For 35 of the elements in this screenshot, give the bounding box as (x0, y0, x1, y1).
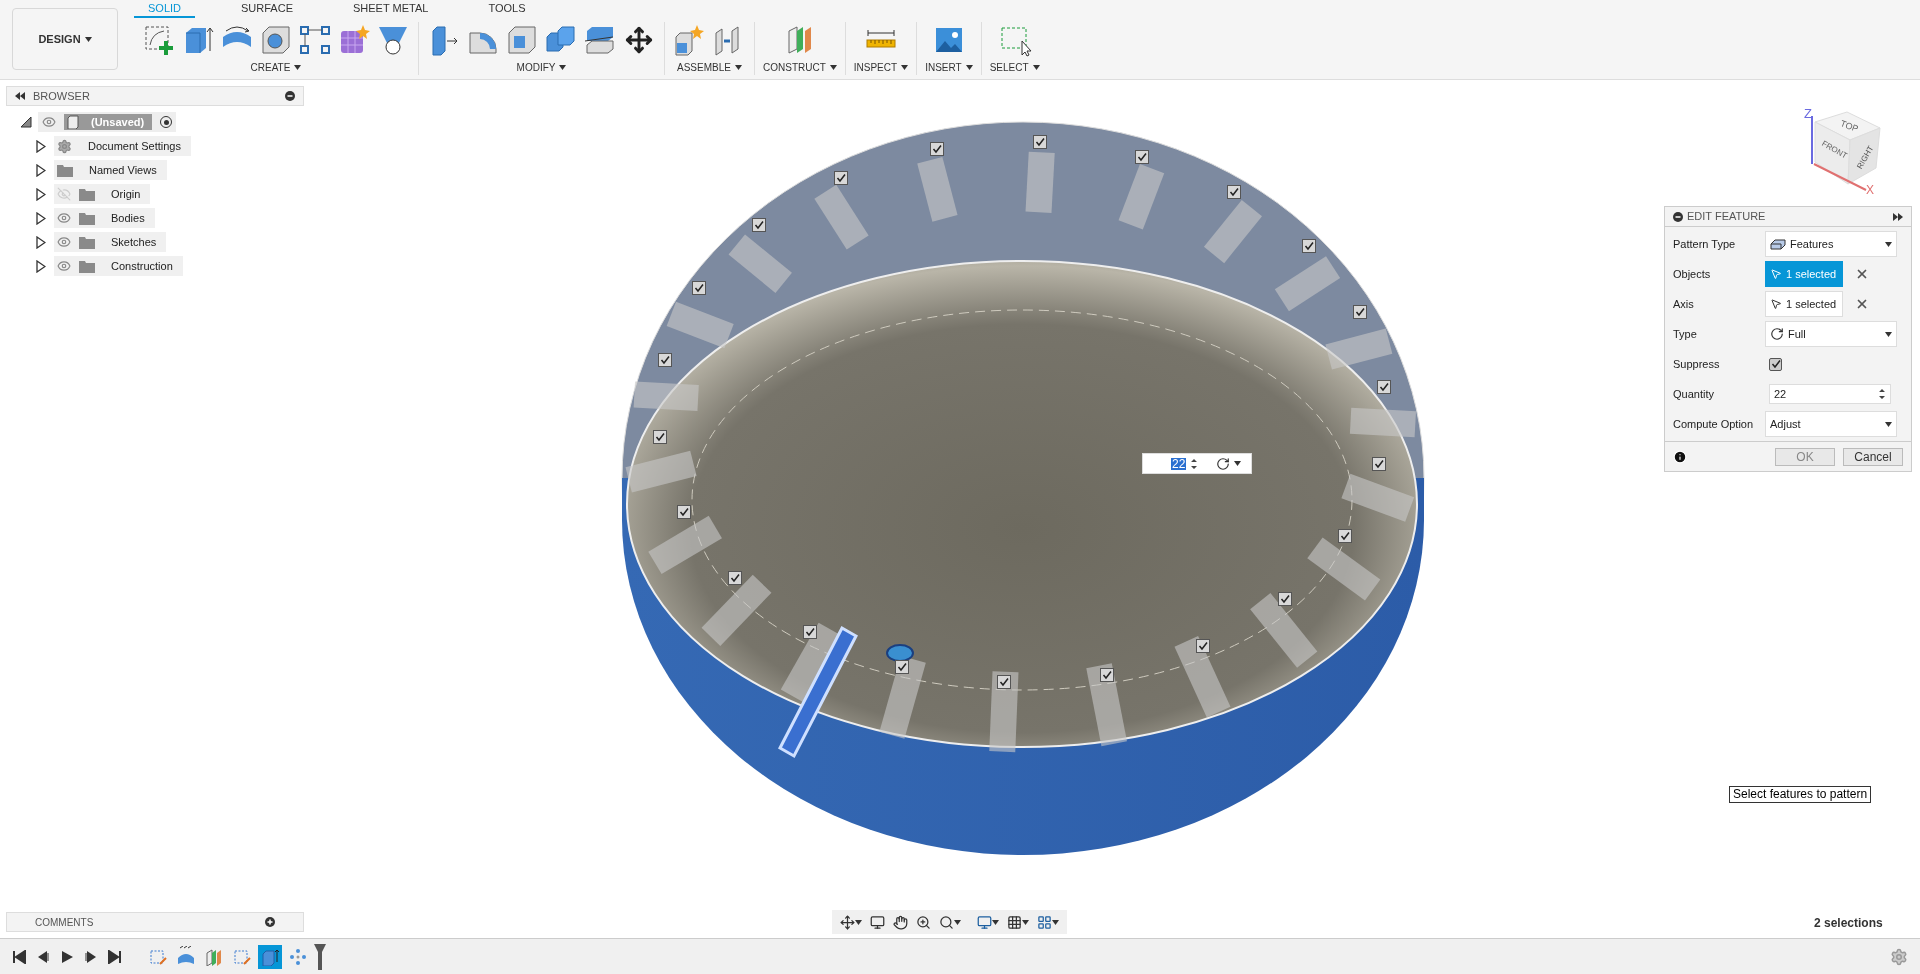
panel-title: COMMENTS (35, 915, 95, 930)
browser-item[interactable]: Bodies (54, 208, 155, 228)
browser-item[interactable]: Sketches (54, 232, 167, 252)
panel-title: EDIT FEATURE (1687, 209, 1766, 225)
selection-button[interactable]: 1 selected (1765, 291, 1843, 317)
dialog-button[interactable]: Cancel (1843, 447, 1903, 466)
ribbon-tab[interactable]: SURFACE (227, 0, 307, 18)
panel-title: BROWSER (33, 88, 90, 104)
field-label: Quantity (1673, 386, 1715, 402)
browser-item[interactable]: Construction (54, 256, 183, 276)
browser-item[interactable]: Named Views (54, 160, 167, 180)
workspace-button[interactable]: DESIGN (12, 8, 118, 70)
browser-item[interactable]: Origin (54, 184, 151, 204)
selection-count: 2 selections (1814, 915, 1883, 932)
field-label: Compute Option (1673, 416, 1755, 432)
field-label: Suppress (1673, 356, 1721, 372)
group-menu[interactable]: INSERT (925, 60, 973, 75)
group-menu[interactable]: SELECT (989, 60, 1040, 75)
browser-item[interactable]: Document Settings (54, 136, 191, 156)
group-menu[interactable]: MODIFY (516, 60, 567, 75)
group-menu[interactable]: CREATE (250, 60, 302, 75)
dropdown[interactable]: Full (1765, 321, 1897, 347)
group-menu[interactable]: INSPECT (853, 60, 909, 75)
field-label: Pattern Type (1673, 236, 1737, 252)
group-menu[interactable]: CONSTRUCT (763, 60, 837, 75)
group-menu[interactable]: ASSEMBLE (677, 60, 742, 75)
ribbon-tab[interactable]: SHEET METAL (339, 0, 443, 18)
field-label: Objects (1673, 266, 1712, 282)
dropdown[interactable]: Features (1765, 231, 1897, 257)
field-label: Axis (1673, 296, 1695, 312)
field-label: Type (1673, 326, 1698, 342)
dropdown[interactable]: Adjust (1765, 411, 1897, 437)
quantity-field[interactable]: 22 (1769, 384, 1891, 404)
tooltip: Select features to pattern (1729, 786, 1872, 803)
ribbon-tab[interactable]: TOOLS (474, 0, 540, 18)
